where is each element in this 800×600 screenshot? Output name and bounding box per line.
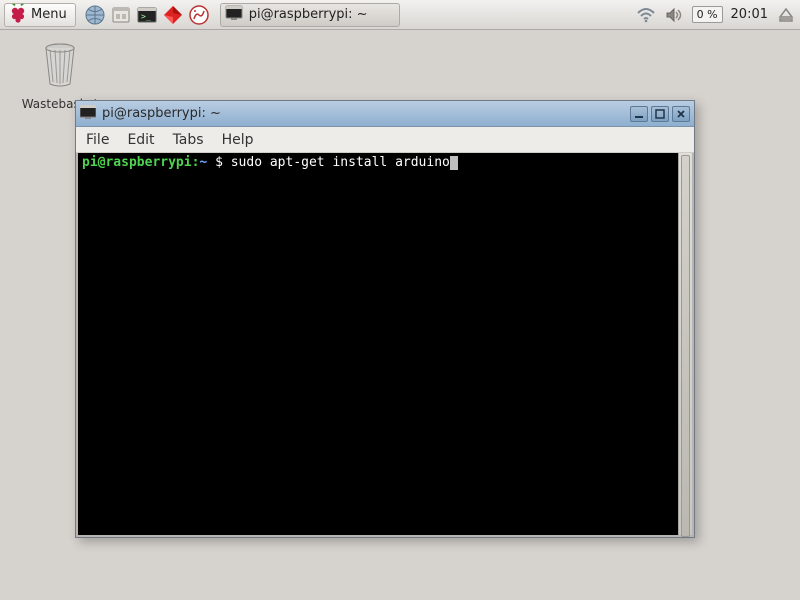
menu-help[interactable]: Help — [222, 132, 254, 148]
window-terminal-icon — [80, 105, 96, 123]
prompt-symbol: $ — [215, 155, 223, 170]
mathematica-icon[interactable] — [162, 4, 184, 26]
maximize-button[interactable] — [651, 106, 669, 122]
trash-icon — [20, 40, 100, 95]
terminal-cursor — [450, 156, 458, 170]
scrollbar-thumb[interactable] — [681, 155, 690, 537]
menu-button[interactable]: Menu — [4, 3, 76, 27]
raspberry-pi-logo-icon — [9, 3, 27, 27]
terminal-body-wrap: pi@raspberrypi:~ $ sudo apt-get install … — [76, 153, 694, 537]
svg-text:>_: >_ — [141, 12, 151, 21]
window-title: pi@raspberrypi: ~ — [102, 106, 624, 121]
command-input: sudo apt-get install arduino — [231, 155, 450, 170]
window-titlebar[interactable]: pi@raspberrypi: ~ — [76, 101, 694, 127]
terminal-scrollbar[interactable] — [678, 153, 692, 535]
system-tray: 0 % 20:01 — [636, 5, 796, 25]
terminal-launcher-icon[interactable]: >_ — [136, 4, 158, 26]
eject-icon[interactable] — [776, 5, 796, 25]
web-browser-icon[interactable] — [84, 4, 106, 26]
terminal-task-icon — [225, 5, 243, 25]
menu-edit[interactable]: Edit — [127, 132, 154, 148]
volume-icon[interactable] — [664, 5, 684, 25]
prompt-path: ~ — [199, 155, 207, 170]
taskbar-task-label: pi@raspberrypi: ~ — [249, 7, 368, 22]
top-panel: Menu >_ pi@raspberrypi: ~ 0 % 20 — [0, 0, 800, 30]
terminal-output[interactable]: pi@raspberrypi:~ $ sudo apt-get install … — [78, 153, 678, 535]
taskbar-terminal-task[interactable]: pi@raspberrypi: ~ — [220, 3, 400, 27]
prompt-user: pi@raspberrypi — [82, 155, 192, 170]
minimize-button[interactable] — [630, 106, 648, 122]
clock[interactable]: 20:01 — [731, 7, 768, 22]
terminal-window: pi@raspberrypi: ~ File Edit Tabs Help pi… — [75, 100, 695, 538]
cpu-usage[interactable]: 0 % — [692, 6, 723, 23]
quick-launchers: >_ — [84, 4, 210, 26]
window-controls — [630, 106, 690, 122]
menu-file[interactable]: File — [86, 132, 109, 148]
wolfram-icon[interactable] — [188, 4, 210, 26]
menu-label: Menu — [31, 7, 67, 22]
wifi-icon[interactable] — [636, 5, 656, 25]
close-button[interactable] — [672, 106, 690, 122]
terminal-menubar: File Edit Tabs Help — [76, 127, 694, 153]
file-manager-icon[interactable] — [110, 4, 132, 26]
menu-tabs[interactable]: Tabs — [173, 132, 204, 148]
